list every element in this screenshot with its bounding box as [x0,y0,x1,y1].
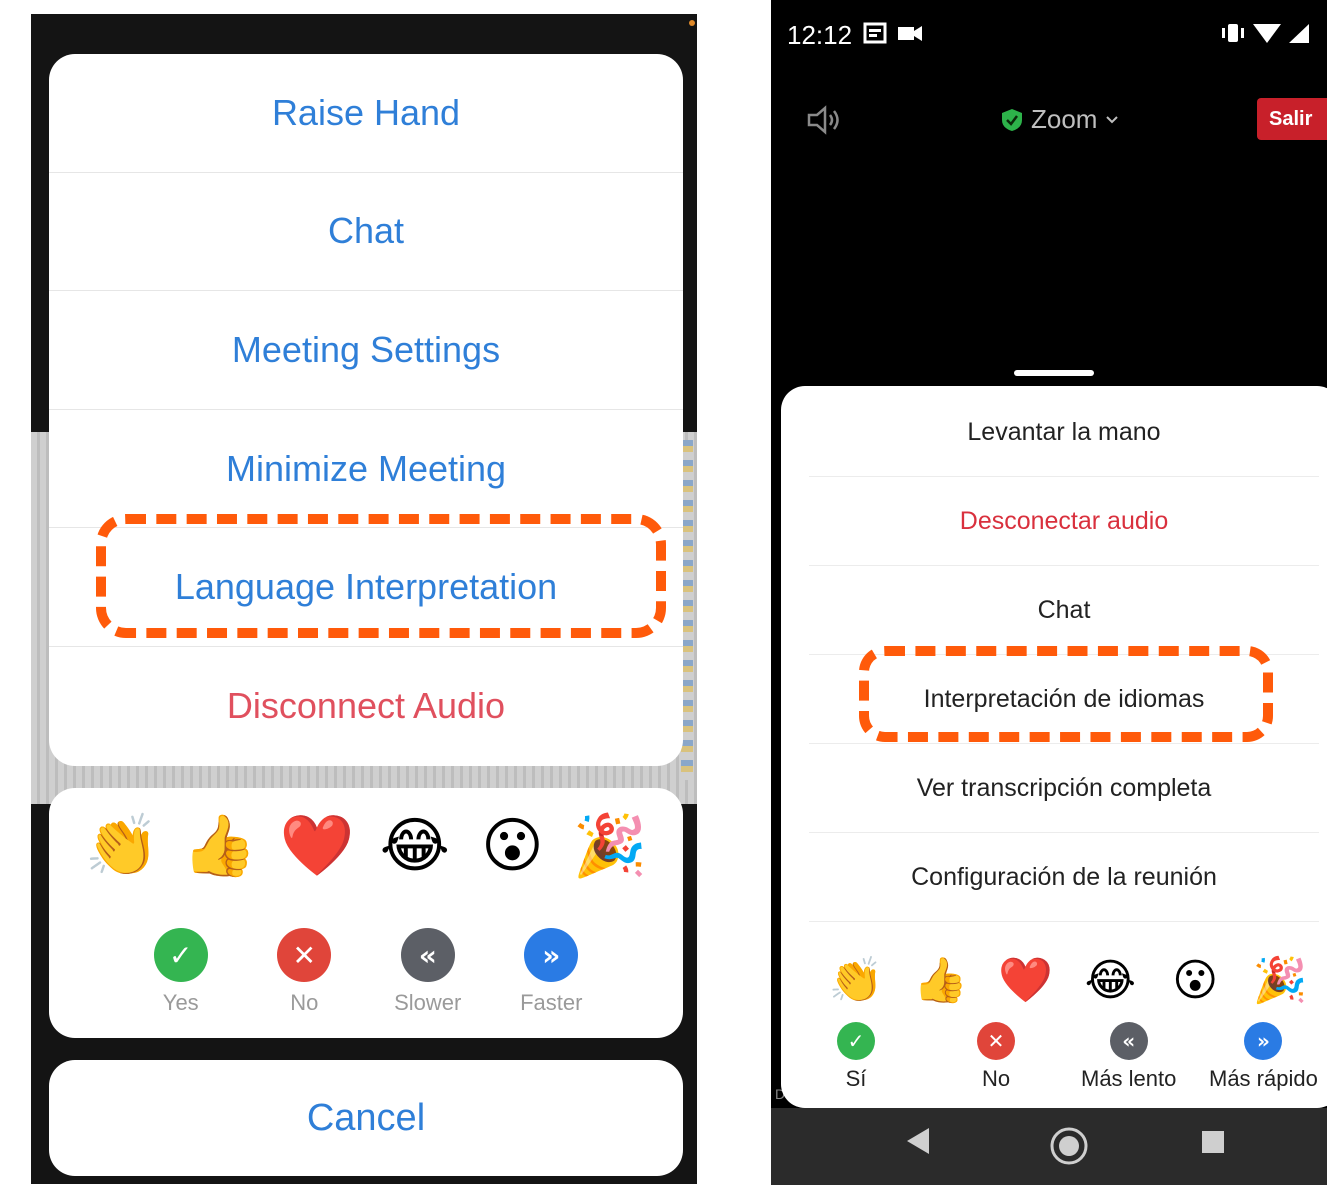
status-bar: 12:12 [771,0,1327,70]
vibrate-icon [1222,24,1244,42]
raise-hand-button[interactable]: Raise Hand [49,54,683,173]
party-reaction[interactable]: 🎉 [1245,946,1315,1016]
slower-icon: « [1109,1022,1148,1060]
ios-more-menu: Raise Hand Chat Meeting Settings Minimiz… [49,54,683,766]
yes-feedback-button[interactable]: ✓ Sí [837,1022,875,1092]
clap-reaction[interactable]: 👏 [821,946,891,1016]
cross-icon: ✕ [977,1022,1015,1060]
chat-button[interactable]: Chat [809,566,1319,655]
meeting-title: Zoom [1031,104,1098,134]
notification-icon [863,22,887,44]
feedback-label: Faster [520,990,583,1015]
video-icon [898,26,922,41]
meeting-title-dropdown[interactable]: Zoom [1001,104,1119,135]
party-reaction[interactable]: 🎉 [570,810,650,882]
ios-meeting-screen: Raise Hand Chat Meeting Settings Minimiz… [31,14,697,1184]
faster-feedback-button[interactable]: » Más rápido [1209,1022,1318,1092]
heart-reaction[interactable]: ❤️ [277,810,357,882]
check-icon: ✓ [153,928,208,982]
joy-reaction[interactable]: 😂 [1075,946,1145,1016]
home-icon[interactable] [1049,1126,1089,1166]
feedback-label: Más rápido [1209,1066,1318,1091]
shield-check-icon [1002,108,1022,131]
surprised-reaction[interactable]: 😮 [472,810,552,882]
check-icon: ✓ [837,1022,875,1060]
wifi-icon [1253,24,1281,43]
signal-icon [1289,24,1309,43]
feedback-row: ✓ Sí ✕ No « Más lento » Más rápido [781,1022,1327,1102]
back-icon[interactable] [905,1126,931,1156]
cancel-button[interactable]: Cancel [49,1060,683,1176]
reaction-row: 👏 👍 ❤️ 😂 😮 🎉 [781,946,1327,1016]
feedback-row: ✓ Yes ✕ No « Slower » Faster [49,928,683,1016]
disconnect-audio-button[interactable]: Disconnect Audio [49,647,683,766]
view-full-transcript-button[interactable]: Ver transcripción completa [809,744,1319,833]
no-feedback-button[interactable]: ✕ No [259,928,349,1016]
chat-button[interactable]: Chat [49,173,683,292]
feedback-label: Yes [162,990,199,1015]
meeting-settings-button[interactable]: Meeting Settings [49,291,683,410]
recents-icon[interactable] [1201,1130,1225,1154]
reaction-row: 👏 👍 ❤️ 😂 😮 🎉 [49,810,683,882]
feedback-label: Slower [394,990,462,1015]
slower-feedback-button[interactable]: « Más lento [1081,1022,1176,1092]
clap-reaction[interactable]: 👏 [82,810,162,882]
status-dot [689,20,695,26]
raise-hand-button[interactable]: Levantar la mano [809,388,1319,477]
feedback-label: Sí [845,1066,867,1091]
disconnect-audio-button[interactable]: Desconectar audio [809,477,1319,566]
minimize-meeting-button[interactable]: Minimize Meeting [49,410,683,529]
faster-icon: » [1244,1022,1283,1060]
yes-feedback-button[interactable]: ✓ Yes [136,928,226,1016]
chevron-down-icon [1106,115,1119,123]
feedback-label: Más lento [1081,1066,1177,1091]
faster-feedback-button[interactable]: » Faster [506,928,596,1016]
ios-reactions-panel: 👏 👍 ❤️ 😂 😮 🎉 ✓ Yes ✕ No « Slower » Faste… [49,788,683,1038]
sheet-drag-handle[interactable] [1014,370,1094,376]
heart-reaction[interactable]: ❤️ [991,946,1061,1016]
leave-meeting-button[interactable]: Salir [1257,98,1327,140]
speaker-icon[interactable] [805,104,845,136]
android-nav-bar [771,1108,1327,1185]
slower-icon: « [400,928,455,982]
status-time: 12:12 [787,20,853,50]
slower-feedback-button[interactable]: « Slower [383,928,473,1016]
cross-icon: ✕ [277,928,332,982]
faster-icon: » [524,928,579,982]
language-interpretation-button[interactable]: Interpretación de idiomas [809,655,1319,744]
feedback-label: No [290,990,319,1015]
android-more-sheet: Levantar la mano Desconectar audio Chat … [781,386,1327,1108]
language-interpretation-button[interactable]: Language Interpretation [49,528,683,647]
joy-reaction[interactable]: 😂 [375,810,455,882]
meeting-settings-button[interactable]: Configuración de la reunión [809,833,1319,922]
thumbs-up-reaction[interactable]: 👍 [179,810,259,882]
thumbs-up-reaction[interactable]: 👍 [906,946,976,1016]
android-meeting-screen: 12:12 Zoom Salir D Levantar la mano Desc… [771,0,1327,1185]
meeting-top-bar: Zoom Salir [771,90,1327,150]
no-feedback-button[interactable]: ✕ No [977,1022,1015,1092]
surprised-reaction[interactable]: 😮 [1160,946,1230,1016]
feedback-label: No [981,1066,1011,1091]
